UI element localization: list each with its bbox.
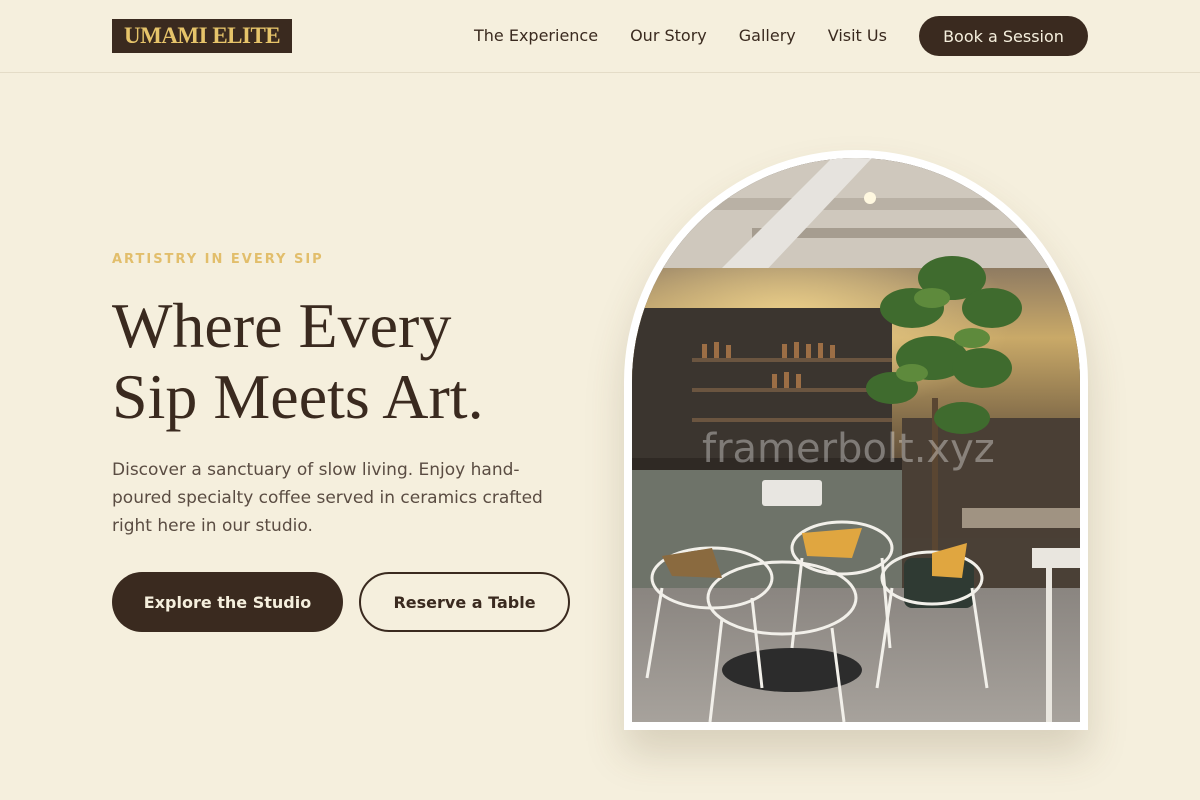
book-session-button[interactable]: Book a Session [919,16,1088,56]
site-header: UMAMI ELITE The Experience Our Story Gal… [0,0,1200,73]
reserve-table-button[interactable]: Reserve a Table [359,572,570,632]
hero-headline-line-1: Where Every [112,290,452,361]
nav-link-experience[interactable]: The Experience [474,26,598,45]
nav-link-gallery[interactable]: Gallery [739,26,796,45]
hero-image-frame: framerbolt.xyz [624,150,1088,730]
main-nav: The Experience Our Story Gallery Visit U… [474,0,887,70]
hero-description: Discover a sanctuary of slow living. Enj… [112,460,543,536]
hero-headline: Where Every Sip Meets Art. [112,290,592,432]
hero-headline-line-2: Sip Meets Art. [112,361,484,432]
image-watermark: framerbolt.xyz [702,426,995,472]
cafe-interior-image: framerbolt.xyz [632,158,1080,722]
hero-eyebrow: ARTISTRY IN EVERY SIP [112,252,324,267]
nav-link-our-story[interactable]: Our Story [630,26,707,45]
nav-link-visit-us[interactable]: Visit Us [828,26,887,45]
explore-studio-button[interactable]: Explore the Studio [112,572,343,632]
logo[interactable]: UMAMI ELITE [112,19,293,53]
